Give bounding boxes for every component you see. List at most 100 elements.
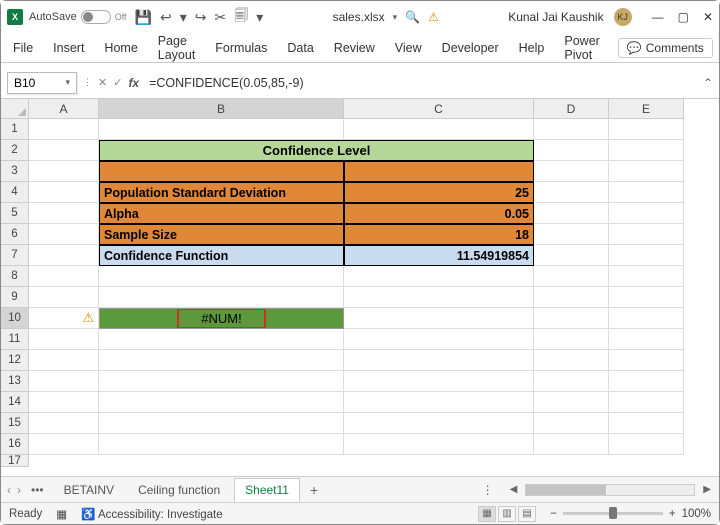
row-header[interactable]: 10 <box>1 308 29 329</box>
row-header[interactable]: 4 <box>1 182 29 203</box>
sheet-list-icon[interactable]: ••• <box>31 483 44 497</box>
cell[interactable] <box>344 266 534 287</box>
normal-view-button[interactable]: ▦ <box>478 506 496 522</box>
row-header[interactable]: 11 <box>1 329 29 350</box>
row-header[interactable]: 7 <box>1 245 29 266</box>
autosave-toggle[interactable]: AutoSave Off <box>29 10 127 24</box>
cell[interactable] <box>609 392 684 413</box>
maximize-button[interactable]: ▢ <box>678 10 689 24</box>
tab-review[interactable]: Review <box>332 37 377 59</box>
select-all-corner[interactable] <box>1 99 29 119</box>
cell[interactable] <box>609 434 684 455</box>
cell[interactable] <box>534 140 609 161</box>
tab-view[interactable]: View <box>393 37 424 59</box>
cell-label[interactable]: Sample Size <box>99 224 344 245</box>
active-cell[interactable]: #NUM! <box>99 308 344 329</box>
cell[interactable] <box>344 392 534 413</box>
zoom-slider-thumb[interactable] <box>609 507 617 519</box>
cell[interactable] <box>344 350 534 371</box>
cell[interactable] <box>99 350 344 371</box>
search-icon[interactable]: 🔍 <box>405 10 420 24</box>
cell-value[interactable]: 0.05 <box>344 203 534 224</box>
row-header[interactable]: 15 <box>1 413 29 434</box>
row-header[interactable]: 9 <box>1 287 29 308</box>
cell[interactable] <box>344 329 534 350</box>
cell[interactable] <box>609 413 684 434</box>
cell-title[interactable]: Confidence Level <box>99 140 534 161</box>
cell[interactable] <box>609 119 684 140</box>
page-break-view-button[interactable]: ▤ <box>518 506 536 522</box>
scrollbar-thumb[interactable] <box>526 485 606 495</box>
col-header-C[interactable]: C <box>344 99 534 119</box>
row-header[interactable]: 3 <box>1 161 29 182</box>
cell-label[interactable]: Confidence Function <box>99 245 344 266</box>
tab-data[interactable]: Data <box>285 37 315 59</box>
formula-input[interactable] <box>145 72 697 94</box>
fx-icon[interactable]: fx <box>128 76 139 90</box>
cell[interactable] <box>29 119 99 140</box>
tab-power-pivot[interactable]: Power Pivot <box>562 30 601 66</box>
cell[interactable] <box>534 308 609 329</box>
row-header[interactable]: 17 <box>1 455 29 467</box>
row-header[interactable]: 5 <box>1 203 29 224</box>
cell[interactable] <box>344 161 534 182</box>
title-dropdown-icon[interactable]: ▾ <box>393 12 398 23</box>
cell[interactable] <box>609 245 684 266</box>
tab-help[interactable]: Help <box>517 37 547 59</box>
row-header[interactable]: 6 <box>1 224 29 245</box>
zoom-slider[interactable] <box>563 512 663 515</box>
prev-sheet-icon[interactable]: ‹ <box>7 483 11 497</box>
col-header-E[interactable]: E <box>609 99 684 119</box>
cell[interactable] <box>29 287 99 308</box>
horizontal-scrollbar[interactable] <box>525 484 695 496</box>
cell[interactable] <box>609 371 684 392</box>
cell[interactable] <box>344 413 534 434</box>
cell[interactable] <box>29 371 99 392</box>
tab-formulas[interactable]: Formulas <box>213 37 269 59</box>
row-header[interactable]: 8 <box>1 266 29 287</box>
cell[interactable] <box>534 392 609 413</box>
cell[interactable] <box>29 392 99 413</box>
row-header[interactable]: 14 <box>1 392 29 413</box>
row-header[interactable]: 13 <box>1 371 29 392</box>
sheet-tab-active[interactable]: Sheet11 <box>234 478 300 502</box>
cell[interactable] <box>99 287 344 308</box>
cell[interactable] <box>344 371 534 392</box>
cell[interactable] <box>609 140 684 161</box>
tab-home[interactable]: Home <box>102 37 139 59</box>
cell[interactable] <box>609 308 684 329</box>
row-header[interactable]: 16 <box>1 434 29 455</box>
sheet-tab[interactable]: Ceiling function <box>128 479 230 501</box>
cell[interactable] <box>99 434 344 455</box>
tab-options-icon[interactable]: ⋮ <box>482 483 494 497</box>
cell[interactable] <box>29 182 99 203</box>
cancel-formula-icon[interactable]: ✕ <box>98 76 107 89</box>
cell[interactable] <box>29 413 99 434</box>
cell[interactable] <box>534 245 609 266</box>
toggle-switch-icon[interactable] <box>81 10 111 24</box>
cells-area[interactable]: Confidence Level Population Standard Dev… <box>29 119 719 481</box>
cell[interactable] <box>534 161 609 182</box>
cell[interactable] <box>99 371 344 392</box>
redo-icon[interactable]: ↪ <box>195 9 207 26</box>
accessibility-status[interactable]: ♿ Accessibility: Investigate <box>81 507 223 521</box>
cell[interactable] <box>609 203 684 224</box>
cell[interactable] <box>29 203 99 224</box>
cell[interactable] <box>99 392 344 413</box>
cell[interactable] <box>29 140 99 161</box>
cell[interactable] <box>534 266 609 287</box>
cell[interactable] <box>534 329 609 350</box>
tab-developer[interactable]: Developer <box>440 37 501 59</box>
cell-label[interactable]: Alpha <box>99 203 344 224</box>
cell[interactable] <box>534 224 609 245</box>
cell-value[interactable]: 11.54919854 <box>344 245 534 266</box>
col-header-D[interactable]: D <box>534 99 609 119</box>
macro-record-icon[interactable]: ▦ <box>56 507 67 521</box>
zoom-level[interactable]: 100% <box>682 508 711 520</box>
row-header[interactable]: 2 <box>1 140 29 161</box>
cell[interactable] <box>99 266 344 287</box>
warning-icon[interactable]: ⚠ <box>428 10 439 24</box>
spreadsheet-grid[interactable]: A B C D E 1 2 3 4 5 6 7 8 9 10 11 12 13 … <box>1 99 719 481</box>
add-sheet-button[interactable]: + <box>310 482 318 498</box>
cell[interactable] <box>29 245 99 266</box>
